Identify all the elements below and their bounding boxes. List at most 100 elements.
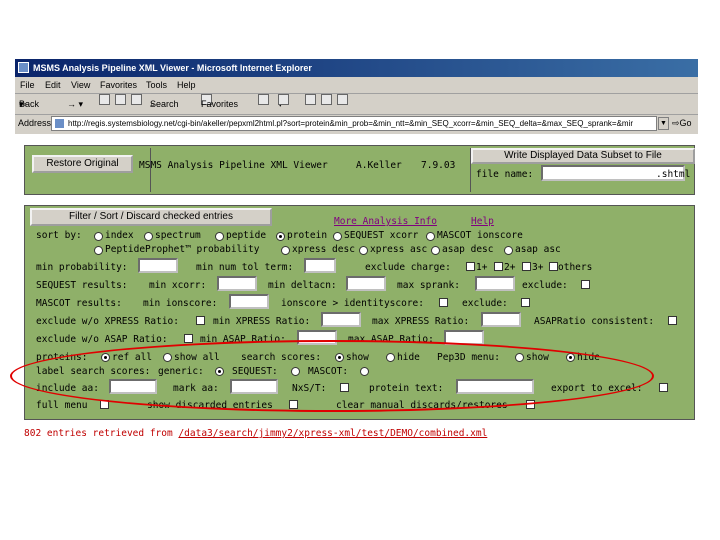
min-deltacn-input[interactable] <box>346 276 386 291</box>
go-arrow-icon: ⇨ <box>672 118 680 128</box>
menu-bar: File Edit View Favorites Tools Help <box>15 77 698 94</box>
label-search-scores-label: label search scores: <box>36 366 151 377</box>
exclude-wo-xpress-label: exclude w/o XPRESS Ratio: <box>36 316 179 327</box>
sequest-label: SEQUEST: <box>232 366 278 377</box>
max-sprank-input[interactable] <box>475 276 515 291</box>
sort-protein-radio[interactable] <box>276 232 285 241</box>
asapratio-consistent-label: ASAPRatio consistent: <box>534 316 655 327</box>
forward-button[interactable]: → ▾ <box>67 94 83 114</box>
mark-aa-input[interactable] <box>230 379 278 394</box>
sort-xpress-asc-radio[interactable] <box>359 246 368 255</box>
nxst-checkbox[interactable] <box>340 383 349 392</box>
sort-index-radio[interactable] <box>94 232 103 241</box>
mascot-results-label: MASCOT results: <box>36 298 122 309</box>
sort-spectrum-radio[interactable] <box>144 232 153 241</box>
page-icon <box>55 119 64 128</box>
exclude-wo-asap-checkbox[interactable] <box>184 334 193 343</box>
min-xpress-ratio-input[interactable] <box>321 312 361 327</box>
max-asap-ratio-label: max ASAP Ratio: <box>348 334 434 345</box>
sort-spectrum-label: spectrum <box>155 230 201 241</box>
address-dropdown[interactable]: ▼ <box>658 117 669 130</box>
menu-help[interactable]: Help <box>177 77 196 93</box>
menu-favorites[interactable]: Favorites <box>100 77 137 93</box>
proteins-ref-all-radio[interactable] <box>101 353 110 362</box>
max-xpress-ratio-input[interactable] <box>481 312 521 327</box>
mascot-exclude-checkbox[interactable] <box>521 298 530 307</box>
asapratio-consistent-checkbox[interactable] <box>668 316 677 325</box>
min-num-tol-term-input[interactable] <box>304 258 336 273</box>
pep3d-hide-radio[interactable] <box>566 353 575 362</box>
exclude-charge-1-checkbox[interactable] <box>466 262 475 271</box>
exclude-charge-others-checkbox[interactable] <box>549 262 558 271</box>
charge-others-label: others <box>558 262 593 273</box>
exclude-wo-xpress-checkbox[interactable] <box>196 316 205 325</box>
menu-tools[interactable]: Tools <box>146 77 167 93</box>
sort-asap-desc-radio[interactable] <box>431 246 440 255</box>
write-subset-button[interactable]: Write Displayed Data Subset to File <box>471 148 695 164</box>
window-title: MSMS Analysis Pipeline XML Viewer - Micr… <box>33 63 312 73</box>
app-title: MSMS Analysis Pipeline XML Viewer <box>139 160 328 171</box>
source-file-link[interactable]: /data3/search/jimmy2/xpress-xml/test/DEM… <box>178 428 487 439</box>
sort-asap-asc-radio[interactable] <box>504 246 513 255</box>
sort-xpress-desc-label: xpress desc <box>292 244 355 255</box>
mark-aa-label: mark aa: <box>173 383 219 394</box>
address-input[interactable]: http://regis.systemsbiology.net/cgi-bin/… <box>51 116 657 131</box>
include-aa-input[interactable] <box>109 379 157 394</box>
max-asap-ratio-input[interactable] <box>444 330 484 345</box>
more-analysis-info-link[interactable]: More Analysis Info <box>334 216 437 227</box>
sort-mascot-ionscore-radio[interactable] <box>426 232 435 241</box>
sort-peptide-radio[interactable] <box>215 232 224 241</box>
min-xcorr-input[interactable] <box>217 276 257 291</box>
menu-edit[interactable]: Edit <box>45 77 61 93</box>
ionscore-gt-identity-checkbox[interactable] <box>439 298 448 307</box>
address-bar: Address http://regis.systemsbiology.net/… <box>15 115 698 133</box>
clear-manual-label: clear manual discards/restores <box>336 400 508 411</box>
label-generic-radio[interactable] <box>215 367 224 376</box>
filter-sort-discard-button[interactable]: Filter / Sort / Discard checked entries <box>30 208 272 226</box>
search-scores-show-radio[interactable] <box>335 353 344 362</box>
label-mascot-radio[interactable] <box>360 367 369 376</box>
ionscore-gt-identity-label: ionscore > identityscore: <box>281 298 424 309</box>
exclude-charge-3-checkbox[interactable] <box>522 262 531 271</box>
address-label: Address <box>18 118 52 128</box>
min-ionscore-input[interactable] <box>229 294 269 309</box>
sort-xpress-desc-radio[interactable] <box>281 246 290 255</box>
help-link[interactable]: Help <box>471 216 494 227</box>
generic-label: generic: <box>158 366 204 377</box>
go-button[interactable]: ⇨Go <box>672 118 692 129</box>
min-probability-input[interactable] <box>138 258 178 273</box>
sort-peptideprophet-radio[interactable] <box>94 246 103 255</box>
back-button[interactable]: ⇦ Back ▾ <box>19 94 39 114</box>
sequest-results-label: SEQUEST results: <box>36 280 128 291</box>
sort-protein-label: protein <box>287 230 328 241</box>
protein-text-input[interactable] <box>456 379 534 394</box>
browser-window: MSMS Analysis Pipeline XML Viewer - Micr… <box>15 59 698 444</box>
sequest-exclude-checkbox[interactable] <box>581 280 590 289</box>
full-menu-checkbox[interactable] <box>100 400 109 409</box>
proteins-show-all-radio[interactable] <box>163 353 172 362</box>
pep3d-show-label: show <box>526 352 549 363</box>
author: A.Keller <box>356 160 402 171</box>
pep3d-show-radio[interactable] <box>515 353 524 362</box>
mascot-exclude-label: exclude: <box>462 298 508 309</box>
menu-view[interactable]: View <box>71 77 90 93</box>
version: 7.9.03 <box>421 160 456 171</box>
menu-file[interactable]: File <box>20 77 35 93</box>
search-scores-hide-radio[interactable] <box>386 353 395 362</box>
mail-icon[interactable]: ▾ <box>278 94 289 114</box>
sort-sequest-xcorr-radio[interactable] <box>333 232 342 241</box>
sort-peptide-label: peptide <box>226 230 267 241</box>
clear-manual-checkbox[interactable] <box>526 400 535 409</box>
show-discarded-checkbox[interactable] <box>289 400 298 409</box>
sort-index-label: index <box>105 230 134 241</box>
exclude-charge-2-checkbox[interactable] <box>494 262 503 271</box>
restore-original-button[interactable]: Restore Original <box>32 155 133 173</box>
min-asap-ratio-input[interactable] <box>297 330 337 345</box>
sort-sequest-xcorr-label: SEQUEST xcorr <box>344 230 419 241</box>
export-excel-checkbox[interactable] <box>659 383 668 392</box>
max-xpress-ratio-label: max XPRESS Ratio: <box>372 316 470 327</box>
full-menu-label: full menu <box>36 400 88 411</box>
exclude-wo-asap-label: exclude w/o ASAP Ratio: <box>36 334 168 345</box>
label-sequest-radio[interactable] <box>291 367 300 376</box>
min-asap-ratio-label: min ASAP Ratio: <box>200 334 286 345</box>
